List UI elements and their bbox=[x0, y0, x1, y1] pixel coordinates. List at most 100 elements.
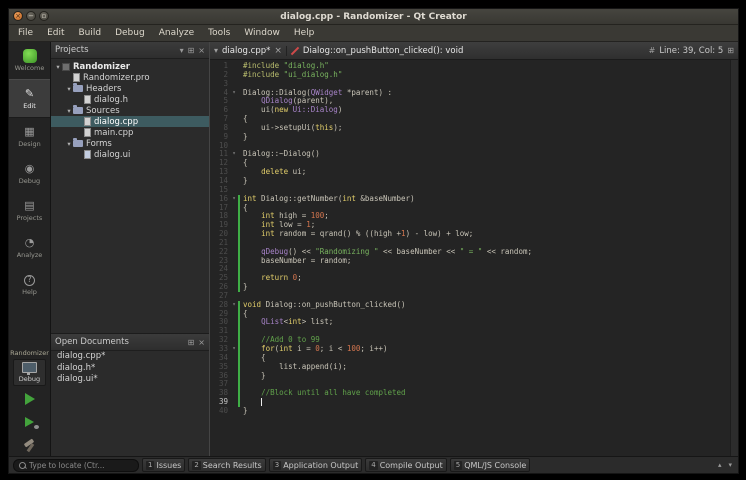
code-line[interactable]: 36 } bbox=[210, 371, 730, 381]
mode-selector: Welcome Edit Design Debug Projects Analyze Hel… bbox=[9, 42, 51, 456]
chevron-up-icon[interactable]: ▴ bbox=[716, 461, 724, 469]
output-pane-button-qml-js-console[interactable]: 5 QML/JS Console bbox=[449, 458, 531, 472]
chevron-down-icon[interactable]: ▾ bbox=[214, 46, 218, 55]
code-line[interactable]: 40} bbox=[210, 406, 730, 416]
code-line[interactable]: 25 return 0; bbox=[210, 273, 730, 284]
code-line[interactable]: 16 ▾ int Dialog::getNumber(int &baseNumber… bbox=[210, 194, 730, 204]
titlebar[interactable]: × − ▫ dialog.cpp - Randomizer - Qt Creat… bbox=[9, 9, 738, 25]
code-line[interactable]: 6 ui(new Ui::Dialog) bbox=[210, 105, 730, 115]
file-cpp-icon bbox=[84, 117, 91, 126]
code-line[interactable]: 8 ui->setupUi(this); bbox=[210, 123, 730, 133]
expand-arrow-icon[interactable]: ▾ bbox=[65, 140, 73, 148]
tree-item-sources[interactable]: ▾ Sources bbox=[51, 105, 209, 116]
code-editor[interactable]: 1 #include "dialog.h" 2 #include "ui_dialog… bbox=[210, 60, 738, 456]
fold-marker-icon[interactable]: ▾ bbox=[230, 150, 238, 159]
tree-item-headers[interactable]: ▾ Headers bbox=[51, 83, 209, 94]
menu-item-file[interactable]: File bbox=[11, 25, 40, 41]
output-pane-button-application-output[interactable]: 3 Application Output bbox=[268, 458, 363, 472]
code-line[interactable]: 9} bbox=[210, 131, 730, 142]
build-button[interactable] bbox=[9, 433, 50, 456]
code-line[interactable]: 2 #include "ui_dialog.h" bbox=[210, 70, 730, 80]
tree-item-label: Forms bbox=[86, 138, 112, 149]
symbol-selector[interactable]: Dialog::on_pushButton_clicked(): void bbox=[303, 46, 463, 56]
code-line[interactable]: 30 QList<int> list; bbox=[210, 317, 730, 328]
expand-arrow-icon[interactable]: ▾ bbox=[65, 85, 73, 93]
fold-marker-icon[interactable]: ▾ bbox=[230, 89, 238, 98]
code-line[interactable]: 13 delete ui; bbox=[210, 167, 730, 177]
tree-item-randomizer-pro[interactable]: Randomizer.pro bbox=[51, 72, 209, 83]
close-icon[interactable]: × bbox=[198, 46, 205, 55]
close-icon[interactable]: × bbox=[198, 338, 205, 347]
code-text: } bbox=[243, 282, 248, 292]
open-document-dialog-ui[interactable]: dialog.ui* bbox=[51, 374, 209, 386]
main-area: Welcome Edit Design Debug Projects Analyze Hel… bbox=[9, 42, 738, 456]
hash-icon[interactable]: # bbox=[649, 46, 656, 55]
code-line[interactable]: 11 ▾ Dialog::~Dialog() bbox=[210, 150, 730, 159]
mode-item-help[interactable]: Help bbox=[9, 266, 50, 303]
fold-marker-icon[interactable]: ▾ bbox=[230, 195, 238, 204]
code-line[interactable]: 28 ▾ void Dialog::on_pushButton_clicked() bbox=[210, 300, 730, 310]
split-icon[interactable]: ⊞ bbox=[188, 338, 195, 347]
expand-arrow-icon[interactable]: ▾ bbox=[54, 63, 62, 71]
code-line[interactable]: 33 ▾ for(int i = 0; i < 100; i++) bbox=[210, 344, 730, 354]
menu-item-help[interactable]: Help bbox=[287, 25, 322, 41]
tree-item-dialog-h[interactable]: dialog.h bbox=[51, 94, 209, 105]
output-pane-button-search-results[interactable]: 2 Search Results bbox=[188, 458, 266, 472]
code-text: } bbox=[243, 131, 248, 141]
expand-arrow-icon[interactable]: ▾ bbox=[65, 107, 73, 115]
button-number: 1 bbox=[146, 460, 155, 470]
open-documents-header: Open Documents ⊞ × bbox=[51, 334, 209, 351]
output-pane-button-issues[interactable]: 1 Issues bbox=[142, 458, 186, 472]
close-document-icon[interactable]: × bbox=[274, 46, 282, 56]
text-cursor bbox=[261, 398, 263, 407]
menu-item-debug[interactable]: Debug bbox=[108, 25, 152, 41]
tree-item-dialog-ui[interactable]: dialog.ui bbox=[51, 149, 209, 160]
fold-marker-icon[interactable]: ▾ bbox=[230, 301, 238, 310]
window-minimize-button[interactable]: − bbox=[26, 11, 36, 21]
code-line[interactable]: 39 bbox=[210, 397, 730, 407]
mode-item-analyze[interactable]: Analyze bbox=[9, 229, 50, 266]
mode-item-debug[interactable]: Debug bbox=[9, 155, 50, 192]
code-line[interactable]: 35 list.append(i); bbox=[210, 362, 730, 372]
code-line[interactable]: 20 int random = qrand() % ((high +1) - l… bbox=[210, 229, 730, 239]
fold-marker-icon[interactable]: ▾ bbox=[230, 345, 238, 354]
menu-item-build[interactable]: Build bbox=[72, 25, 109, 41]
output-pane-button-compile-output[interactable]: 4 Compile Output bbox=[365, 458, 447, 472]
code-line[interactable]: 14} bbox=[210, 176, 730, 186]
chevron-down-icon[interactable]: ▾ bbox=[726, 461, 734, 469]
run-button[interactable] bbox=[9, 387, 50, 410]
tree-item-main-cpp[interactable]: main.cpp bbox=[51, 127, 209, 138]
code-line[interactable]: 23 baseNumber = random; bbox=[210, 256, 730, 266]
split-editor-icon[interactable]: ⊞ bbox=[727, 46, 734, 55]
tree-item-forms[interactable]: ▾ Forms bbox=[51, 138, 209, 149]
menu-item-analyze[interactable]: Analyze bbox=[152, 25, 201, 41]
window-maximize-button[interactable]: ▫ bbox=[39, 11, 49, 21]
code-line[interactable]: 26} bbox=[210, 282, 730, 292]
split-icon[interactable]: ⊞ bbox=[188, 46, 195, 55]
mode-label: Debug bbox=[18, 177, 41, 185]
line-number[interactable]: 40 bbox=[210, 406, 230, 416]
locate-input[interactable]: Type to locate (Ctr... bbox=[13, 458, 139, 472]
chevron-down-icon[interactable]: ▾ bbox=[180, 46, 184, 55]
code-line[interactable]: 38 //Block until all have completed bbox=[210, 388, 730, 399]
open-file-name[interactable]: dialog.cpp* bbox=[222, 46, 270, 56]
open-document-dialog-cpp[interactable]: dialog.cpp* bbox=[51, 351, 209, 363]
tree-item-randomizer[interactable]: ▾ Randomizer bbox=[51, 61, 209, 72]
tree-item-dialog-cpp[interactable]: dialog.cpp bbox=[51, 116, 209, 127]
mode-item-projects[interactable]: Projects bbox=[9, 192, 50, 229]
menu-item-edit[interactable]: Edit bbox=[40, 25, 71, 41]
mode-item-edit[interactable]: Edit bbox=[9, 79, 50, 118]
open-document-dialog-h[interactable]: dialog.h* bbox=[51, 363, 209, 375]
search-icon bbox=[19, 461, 26, 469]
code-area[interactable]: 1 #include "dialog.h" 2 #include "ui_dialog… bbox=[210, 60, 730, 456]
code-text: QList<int> list; bbox=[261, 317, 334, 327]
editor-column: ▾ dialog.cpp* × Dialog::on_pushButton_cl… bbox=[210, 42, 738, 456]
menu-item-window[interactable]: Window bbox=[237, 25, 287, 41]
window-close-button[interactable]: × bbox=[13, 11, 23, 21]
mode-item-welcome[interactable]: Welcome bbox=[9, 42, 50, 79]
debug-run-button[interactable] bbox=[9, 410, 50, 433]
kit-selector-button[interactable]: Debug bbox=[13, 359, 46, 386]
mode-item-design[interactable]: Design bbox=[9, 118, 50, 155]
menu-item-tools[interactable]: Tools bbox=[201, 25, 237, 41]
editor-scrollbar[interactable] bbox=[730, 60, 738, 456]
